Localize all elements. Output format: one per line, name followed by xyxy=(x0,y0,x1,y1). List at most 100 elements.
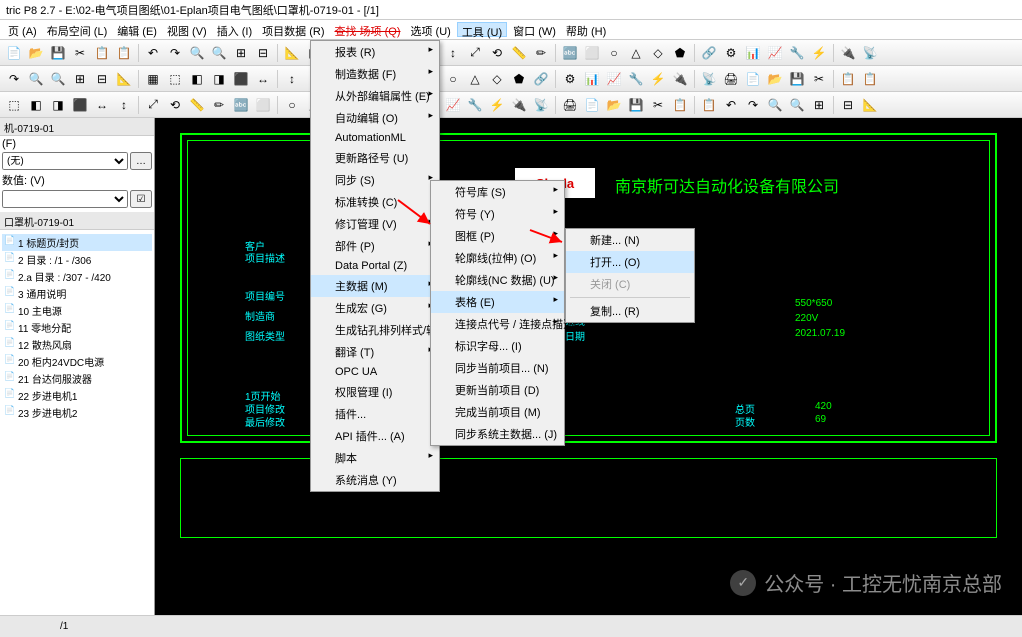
menu-item[interactable]: 更新路径号 (U) xyxy=(311,147,439,169)
toolbar-btn[interactable]: 📈 xyxy=(765,43,785,63)
toolbar-btn[interactable]: 📈 xyxy=(443,95,463,115)
menu-item[interactable]: 生成宏 (G) xyxy=(311,297,439,319)
menu-item[interactable]: 标准转换 (C) xyxy=(311,191,439,213)
menu-item[interactable]: 修订管理 (V) xyxy=(311,213,439,235)
menu-item[interactable]: 权限管理 (I) xyxy=(311,381,439,403)
toolbar-btn[interactable]: 📄 xyxy=(582,95,602,115)
toolbar-btn[interactable]: ◨ xyxy=(209,69,229,89)
toolbar-btn[interactable]: 📡 xyxy=(699,69,719,89)
toolbar-btn[interactable]: ✏ xyxy=(209,95,229,115)
tree-item[interactable]: 2.a 目录 : /307 - /420 xyxy=(2,268,152,285)
toolbar-btn[interactable]: 📋 xyxy=(114,43,134,63)
toolbar-btn[interactable]: 📋 xyxy=(860,69,880,89)
toolbar-btn[interactable]: ⚙ xyxy=(721,43,741,63)
toolbar-btn[interactable]: ◧ xyxy=(26,95,46,115)
tools-menu[interactable]: 报表 (R)制造数据 (F)从外部编辑属性 (E)自动编辑 (O)Automat… xyxy=(310,40,440,492)
tree-item[interactable]: 21 台达伺服波器 xyxy=(2,370,152,387)
toolbar-btn[interactable]: 📂 xyxy=(604,95,624,115)
toolbar-btn[interactable]: ⊟ xyxy=(253,43,273,63)
toolbar-btn[interactable]: ⟲ xyxy=(165,95,185,115)
toolbar-btn[interactable]: ⤢ xyxy=(143,95,163,115)
masterdata-submenu[interactable]: 符号库 (S)符号 (Y)图框 (P)轮廓线(拉伸) (O)轮廓线(NC 数据)… xyxy=(430,180,565,446)
toolbar-btn[interactable]: 🔧 xyxy=(787,43,807,63)
value-select[interactable] xyxy=(2,190,128,208)
tree-item[interactable]: 23 步进电机2 xyxy=(2,404,152,421)
menu-item[interactable]: 更新当前项目 (D) xyxy=(431,379,564,401)
toolbar-btn[interactable]: 📊 xyxy=(743,43,763,63)
toolbar-btn[interactable]: 📡 xyxy=(860,43,880,63)
toolbar-btn[interactable]: ▦ xyxy=(143,69,163,89)
toolbar-btn[interactable]: 📐 xyxy=(282,43,302,63)
toolbar-btn[interactable]: 💾 xyxy=(48,43,68,63)
menu-item[interactable]: 同步系统主数据... (J) xyxy=(431,423,564,445)
toolbar-btn[interactable]: ⬛ xyxy=(231,69,251,89)
toolbar-btn[interactable]: ◨ xyxy=(48,95,68,115)
menu-item[interactable]: 自动编辑 (O) xyxy=(311,107,439,129)
tree-item[interactable]: 20 柜内24VDC电源 xyxy=(2,353,152,370)
drawing-canvas[interactable]: Skeda 南京斯可达自动化设备有限公司 客户 项目描述 项目编号 制造商 图纸… xyxy=(155,118,1022,615)
toolbar-btn[interactable]: ✏ xyxy=(531,43,551,63)
toolbar-btn[interactable]: ✂ xyxy=(70,43,90,63)
toolbar-btn[interactable]: ✂ xyxy=(648,95,668,115)
toolbar-btn[interactable]: ⚡ xyxy=(648,69,668,89)
toolbar-btn[interactable]: ⊞ xyxy=(809,95,829,115)
toolbar-btn[interactable]: ○ xyxy=(282,95,302,115)
menu-9[interactable]: 窗口 (W) xyxy=(509,22,560,37)
toolbar-btn[interactable]: 🔗 xyxy=(531,69,551,89)
toolbar-btn[interactable]: 📐 xyxy=(860,95,880,115)
menu-item[interactable]: AutomationML xyxy=(311,129,439,147)
menu-item[interactable]: 标识字母... (I) xyxy=(431,335,564,357)
toolbar-btn[interactable]: 📊 xyxy=(582,69,602,89)
toolbar-btn[interactable]: ↕ xyxy=(114,95,134,115)
toolbar-btn[interactable]: ⚡ xyxy=(809,43,829,63)
tree-item[interactable]: 11 零地分配 xyxy=(2,319,152,336)
toolbar-btn[interactable]: ↶ xyxy=(143,43,163,63)
toolbar-btn[interactable]: 📐 xyxy=(114,69,134,89)
toolbar-btn[interactable]: ↔ xyxy=(92,95,112,115)
menu-7[interactable]: 选项 (U) xyxy=(406,22,454,37)
menu-item[interactable]: 制造数据 (F) xyxy=(311,63,439,85)
form-submenu[interactable]: 新建... (N)打开... (O)关闭 (C)复制... (R) xyxy=(565,228,695,323)
menu-item[interactable]: 插件... xyxy=(311,403,439,425)
menu-item[interactable]: 同步 (S) xyxy=(311,169,439,191)
menu-item[interactable]: 表格 (E) xyxy=(431,291,564,313)
toolbar-btn[interactable]: 📏 xyxy=(509,43,529,63)
toolbar-btn[interactable]: ◇ xyxy=(487,69,507,89)
menu-item[interactable]: 连接点代号 / 连接点描述... (C) xyxy=(431,313,564,335)
menu-item[interactable]: 完成当前项目 (M) xyxy=(431,401,564,423)
menu-item[interactable]: Data Portal (Z) xyxy=(311,257,439,275)
menu-item[interactable]: 新建... (N) xyxy=(566,229,694,251)
toolbar-btn[interactable]: ⊟ xyxy=(838,95,858,115)
toolbar-btn[interactable]: 📄 xyxy=(4,43,24,63)
toolbar-btn[interactable]: ○ xyxy=(604,43,624,63)
menu-item[interactable]: 从外部编辑属性 (E) xyxy=(311,85,439,107)
toolbar-btn[interactable]: 📈 xyxy=(604,69,624,89)
menu-item[interactable]: 部件 (P) xyxy=(311,235,439,257)
toolbar-btn[interactable]: ◇ xyxy=(648,43,668,63)
toolbar-btn[interactable]: 🖨 xyxy=(721,69,741,89)
toolbar-btn[interactable]: 📡 xyxy=(531,95,551,115)
toolbar-btn[interactable]: ↶ xyxy=(721,95,741,115)
page-tree[interactable]: 1 标题页/封页2 目录 : /1 - /3062.a 目录 : /307 - … xyxy=(0,230,154,425)
toolbar-btn[interactable]: 🔧 xyxy=(626,69,646,89)
menu-0[interactable]: 页 (A) xyxy=(4,22,41,37)
toolbar-btn[interactable]: 💾 xyxy=(787,69,807,89)
toolbar-btn[interactable]: ⬟ xyxy=(509,69,529,89)
toolbar-btn[interactable]: 📂 xyxy=(26,43,46,63)
toolbar-btn[interactable]: ⬜ xyxy=(582,43,602,63)
menu-item[interactable]: 打开... (O) xyxy=(566,251,694,273)
menu-item[interactable]: 系统消息 (Y) xyxy=(311,469,439,491)
toolbar-btn[interactable]: ⬚ xyxy=(165,69,185,89)
menu-2[interactable]: 编辑 (E) xyxy=(113,22,161,37)
toolbar-btn[interactable]: ⊞ xyxy=(70,69,90,89)
toolbar-btn[interactable]: △ xyxy=(465,69,485,89)
toolbar-btn[interactable]: ○ xyxy=(443,69,463,89)
toolbar-btn[interactable]: 🔧 xyxy=(465,95,485,115)
toolbar-btn[interactable]: 📋 xyxy=(699,95,719,115)
toolbar-btn[interactable]: ✂ xyxy=(809,69,829,89)
menu-item[interactable]: OPC UA xyxy=(311,363,439,381)
menu-10[interactable]: 帮助 (H) xyxy=(562,22,610,37)
toolbar-btn[interactable]: 📄 xyxy=(743,69,763,89)
toolbar-btn[interactable]: ◧ xyxy=(187,69,207,89)
toolbar-btn[interactable]: 💾 xyxy=(626,95,646,115)
